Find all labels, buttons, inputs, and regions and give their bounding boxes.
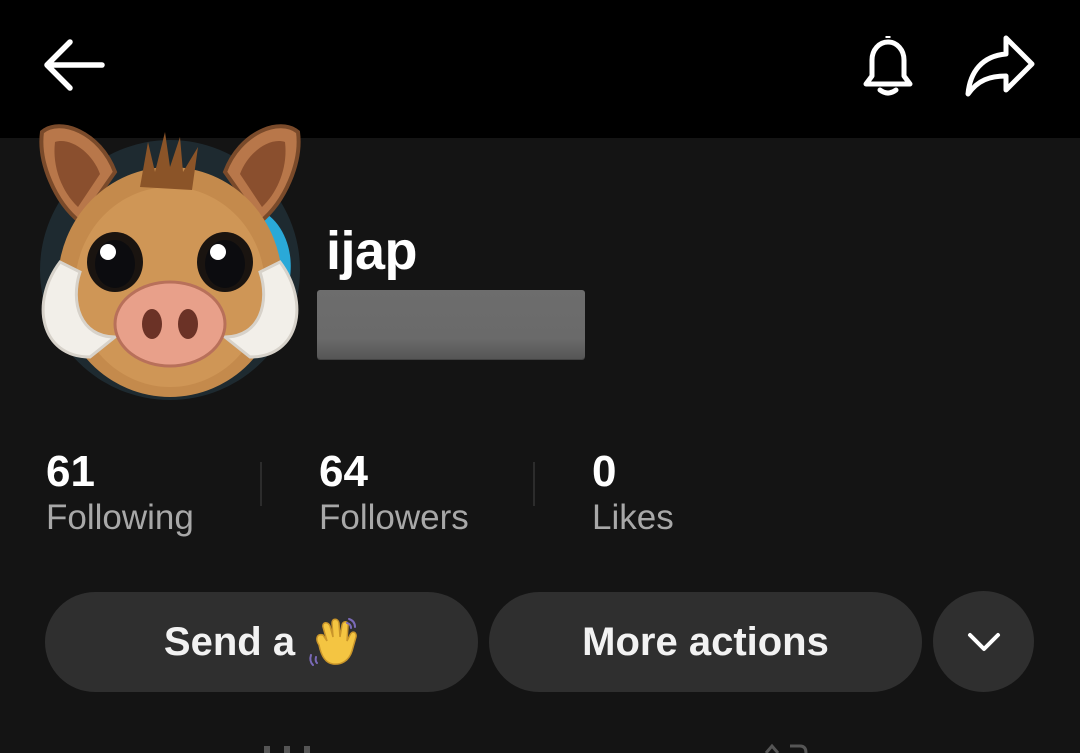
avatar-boar-image[interactable] xyxy=(20,112,320,407)
stat-divider xyxy=(260,462,262,506)
username: ijap xyxy=(326,221,418,281)
stat-likes[interactable]: 0 Likes xyxy=(592,446,674,540)
stat-divider xyxy=(533,462,535,506)
send-wave-label: Send a xyxy=(163,619,296,664)
more-actions-label: More actions xyxy=(582,619,829,664)
more-actions-button[interactable]: More actions xyxy=(489,592,922,692)
back-arrow-icon[interactable] xyxy=(38,34,108,96)
chevron-down-icon xyxy=(967,632,1000,651)
tab-icon-partial xyxy=(764,743,808,753)
send-wave-button[interactable]: Send a xyxy=(45,592,478,692)
share-arrow-icon[interactable] xyxy=(962,32,1038,100)
likes-label: Likes xyxy=(592,498,674,537)
stat-followers[interactable]: 64 Followers xyxy=(319,446,469,540)
bell-icon[interactable] xyxy=(852,30,924,102)
followers-count: 64 xyxy=(319,447,368,496)
following-count: 61 xyxy=(46,447,95,496)
tab-icon-partial xyxy=(264,746,310,753)
expand-button[interactable] xyxy=(933,591,1034,692)
waving-hand-icon xyxy=(309,618,357,666)
redacted-handle xyxy=(317,290,585,359)
following-label: Following xyxy=(46,498,194,537)
stat-following[interactable]: 61 Following xyxy=(46,446,194,540)
likes-count: 0 xyxy=(592,447,617,496)
followers-label: Followers xyxy=(319,498,469,537)
